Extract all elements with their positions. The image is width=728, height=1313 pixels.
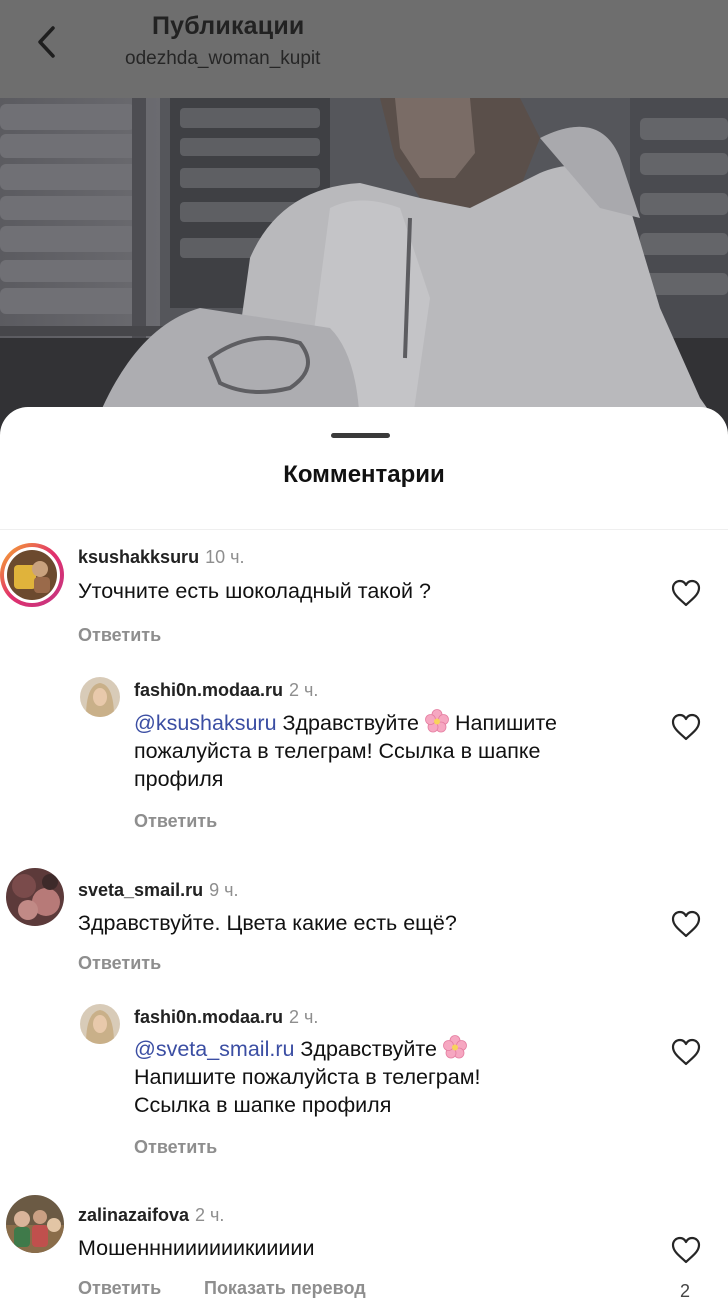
page-title: Публикации [152,12,305,40]
text-segment: пожалуйста в телеграм! Ссылка в шапке [134,739,541,763]
reply-button[interactable]: Ответить [78,953,161,974]
comment-username: fashi0n.modaa.ru 2 ч. [134,680,318,701]
comment-username: fashi0n.modaa.ru 2 ч. [134,1007,318,1028]
heart-icon[interactable] [671,910,701,938]
username[interactable]: ksushakksuru [78,547,199,567]
text-segment: Здравствуйте [294,1037,443,1061]
reply-button[interactable]: Ответить [78,1278,161,1299]
avatar[interactable] [6,868,64,926]
avatar[interactable] [80,677,120,717]
heart-icon[interactable] [671,713,701,741]
username[interactable]: fashi0n.modaa.ru [134,680,283,700]
avatar[interactable] [6,1195,64,1253]
comment-username: sveta_smail.ru 9 ч. [78,880,238,901]
comment-time: 10 ч. [205,547,245,567]
account-name[interactable]: odezhda_woman_kupit [125,48,320,70]
comment-text: Мошеннниииииикиииии [78,1236,315,1260]
username[interactable]: sveta_smail.ru [78,880,203,900]
comment-text: @sveta_smail.ru Здравствуйте Напишите по… [134,1035,654,1119]
sheet-title: Комментарии [283,461,445,488]
username[interactable]: fashi0n.modaa.ru [134,1007,283,1027]
reply-button[interactable]: Ответить [134,1137,217,1158]
show-translation-button[interactable]: Показать перевод [204,1278,366,1299]
comment-text: Уточните есть шоколадный такой ? [78,579,431,603]
username[interactable]: zalinazaifova [78,1205,189,1225]
sheet-grabber[interactable] [331,433,390,438]
comment-time: 2 ч. [289,1007,319,1027]
heart-icon[interactable] [671,1236,701,1264]
avatar[interactable] [0,543,64,607]
comment-time: 2 ч. [289,680,319,700]
comments-sheet: Комментарии ksushakksuru 10 ч. Уточните е… [0,407,728,1313]
comment-text: Здравствуйте. Цвета какие есть ещё? [78,911,457,935]
text-segment: Ссылка в шапке профиля [134,1093,392,1117]
reply-button[interactable]: Ответить [78,625,161,646]
heart-icon[interactable] [671,579,701,607]
reply-button[interactable]: Ответить [134,811,217,832]
back-button[interactable] [26,22,66,62]
comment-username: zalinazaifova 2 ч. [78,1205,224,1226]
cherry-blossom-emoji-icon [425,709,449,733]
text-segment: Напишите [448,711,557,735]
cherry-blossom-emoji-icon [442,1035,467,1059]
comment-text: @ksushaksuru Здравствуйте Напишите пожал… [134,709,654,793]
avatar[interactable] [80,1004,120,1044]
chevron-left-icon [38,26,55,58]
top-bar: Публикации odezhda_woman_kupit [0,0,728,98]
mention-link[interactable]: @ksushaksuru [134,711,277,735]
heart-icon[interactable] [671,1038,701,1066]
comment-time: 9 ч. [209,880,239,900]
mention-link[interactable]: @sveta_smail.ru [134,1037,294,1061]
text-segment: Здравствуйте [276,711,425,735]
comment-time: 2 ч. [195,1205,225,1225]
text-segment: Напишите пожалуйста в телеграм! [134,1065,481,1089]
comment-username: ksushakksuru 10 ч. [78,547,244,568]
divider [0,529,728,530]
like-count: 2 [680,1281,691,1301]
text-segment: профиля [134,767,224,791]
post-image [0,98,728,438]
